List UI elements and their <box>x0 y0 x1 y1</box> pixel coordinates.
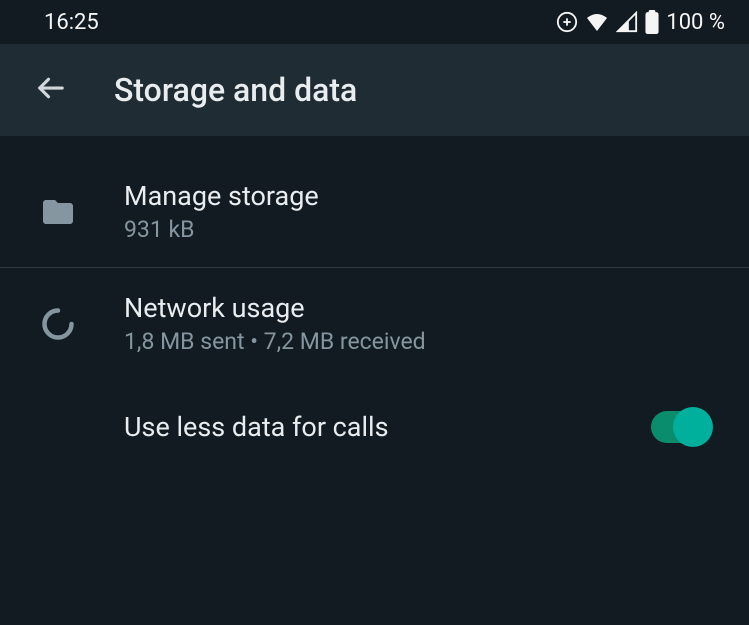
wifi-icon <box>585 11 609 33</box>
status-icons: 100 % <box>556 10 725 35</box>
network-usage-subtitle: 1,8 MB sent • 7,2 MB received <box>124 328 749 355</box>
network-usage-title: Network usage <box>124 292 749 324</box>
manage-storage-row[interactable]: Manage storage 931 kB <box>0 156 749 267</box>
less-data-title: Use less data for calls <box>124 411 607 443</box>
back-icon[interactable] <box>36 73 66 107</box>
page-title: Storage and data <box>114 71 357 109</box>
status-bar: 16:25 100 % <box>0 0 749 44</box>
battery-icon <box>645 10 659 34</box>
less-data-row[interactable]: Use less data for calls <box>0 379 749 475</box>
data-usage-icon <box>36 306 80 342</box>
folder-icon <box>36 194 80 230</box>
manage-storage-subtitle: 931 kB <box>124 216 749 243</box>
network-usage-row[interactable]: Network usage 1,8 MB sent • 7,2 MB recei… <box>0 268 749 379</box>
content: Manage storage 931 kB Network usage 1,8 … <box>0 136 749 475</box>
less-data-toggle[interactable] <box>651 411 709 443</box>
data-saver-icon <box>556 11 578 33</box>
status-time: 16:25 <box>44 10 99 35</box>
manage-storage-title: Manage storage <box>124 180 749 212</box>
app-bar: Storage and data <box>0 44 749 136</box>
battery-percent: 100 % <box>666 10 725 35</box>
signal-icon <box>616 11 638 33</box>
